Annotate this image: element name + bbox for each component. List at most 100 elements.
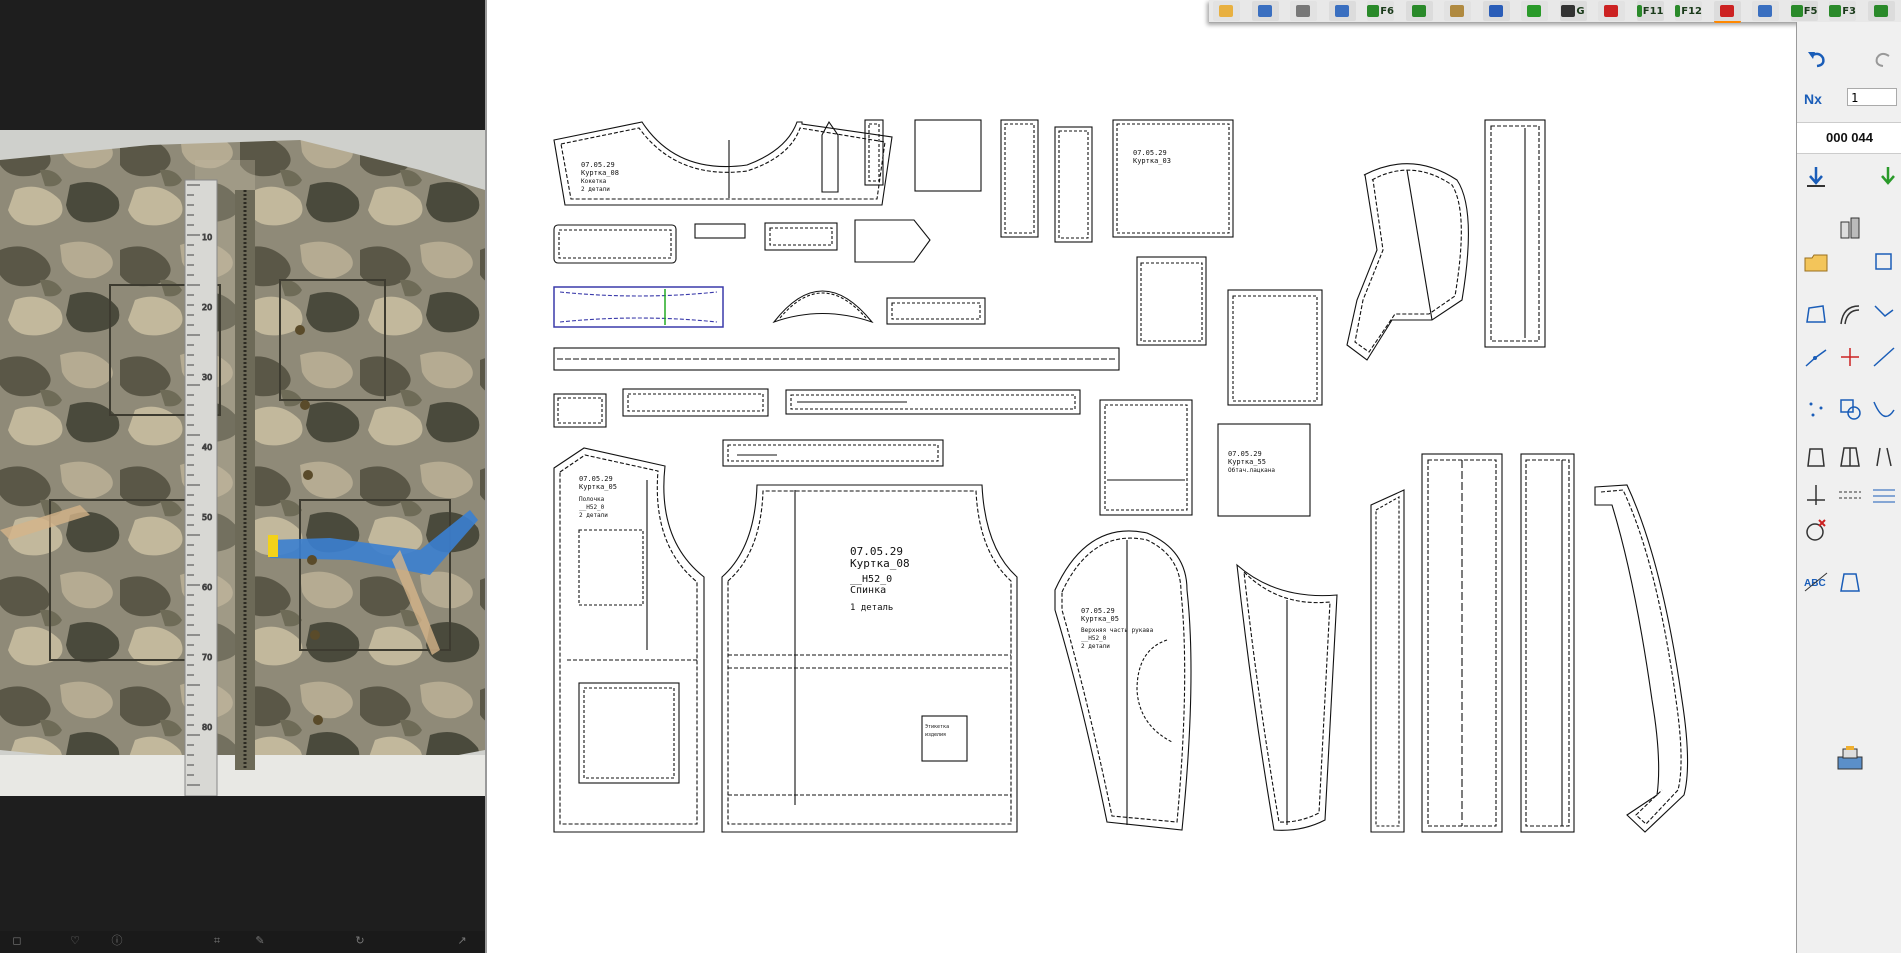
f6-glyph-icon xyxy=(1367,5,1380,17)
copy-icon[interactable] xyxy=(1405,1,1433,21)
g-tool-icon-glyph-icon xyxy=(1561,5,1576,17)
f12-glyph-icon xyxy=(1675,5,1681,17)
flag-icon[interactable] xyxy=(1713,1,1741,23)
diagonal-tool-button[interactable] xyxy=(1869,342,1899,372)
plotter-button[interactable] xyxy=(1835,744,1865,774)
yoke-text-3: Кокетка xyxy=(581,178,607,185)
measure-tool-button[interactable] xyxy=(1801,480,1831,510)
piece-front[interactable]: 07.05.29 Куртка_05 Полочка __Н52_0 2 дет… xyxy=(553,447,705,833)
photo-viewer: 10 20 30 40 50 60 70 80 ◻ ♡ ⓘ ⌗ ✎ ↻ ↗ xyxy=(0,0,485,953)
redo-button[interactable] xyxy=(1869,44,1899,74)
points-icon xyxy=(1809,402,1823,417)
f6-button[interactable]: F6 xyxy=(1367,1,1394,21)
line-tool-button[interactable] xyxy=(1801,342,1831,372)
yoke-text-4: 2 детали xyxy=(581,186,610,193)
f5-button[interactable]: F5 xyxy=(1790,1,1818,21)
undo-button[interactable] xyxy=(1801,44,1831,74)
facing-text-3: Обтач.лацкана xyxy=(1228,467,1275,474)
bezier-icon xyxy=(1873,401,1895,418)
curve-icon xyxy=(1840,305,1860,325)
open-pattern-button[interactable] xyxy=(1801,247,1831,277)
rotate-tool-button[interactable] xyxy=(1835,394,1865,424)
open-folder-icon[interactable] xyxy=(1213,1,1240,21)
f11-button[interactable]: F11 xyxy=(1636,1,1664,21)
info-icon[interactable]: ⓘ xyxy=(110,935,124,947)
sleeve-text-5: 2 детали xyxy=(1081,643,1110,650)
print-icon-glyph-icon xyxy=(1296,5,1310,17)
rotate-shape-icon xyxy=(1840,399,1861,420)
cross-tool-button[interactable] xyxy=(1835,342,1865,372)
grid-icon[interactable] xyxy=(1444,1,1471,21)
f3-button-label: F3 xyxy=(1842,5,1856,17)
pieces-button[interactable] xyxy=(1835,214,1865,244)
f3-button[interactable]: F3 xyxy=(1829,1,1856,21)
save-icon[interactable] xyxy=(1251,1,1279,21)
viewer-prev-icon[interactable]: ◻ xyxy=(10,935,24,947)
page-number-input[interactable]: 1 xyxy=(1847,88,1897,106)
shape-tool-button[interactable] xyxy=(1869,247,1899,277)
pattern-layout: 07.05.29 Куртка_08 Кокетка 2 детали 07.0… xyxy=(553,119,1689,833)
back-text-3: __Н52_0 xyxy=(850,574,892,585)
pattern-canvas[interactable]: 07.05.29 Куртка_08 Кокетка 2 детали 07.0… xyxy=(485,0,1798,953)
nx-button[interactable]: Nx xyxy=(1801,82,1831,112)
label-icon xyxy=(1840,573,1860,592)
cut-icon[interactable] xyxy=(1598,1,1625,21)
arrow-down-green-icon xyxy=(1881,167,1895,185)
piece-back[interactable]: Этикетка изделия 07.05.29 Куртка_08 __Н5… xyxy=(721,484,1018,833)
curve-tool-button[interactable] xyxy=(1835,300,1865,330)
save-icon-glyph-icon xyxy=(1257,5,1272,17)
download-icon[interactable] xyxy=(1482,1,1510,21)
yoke-text-2: Куртка_08 xyxy=(581,169,619,177)
piece-big-rect[interactable]: 07.05.29 Куртка_03 xyxy=(1133,149,1171,165)
mirror-tool-button[interactable] xyxy=(1869,442,1899,472)
f12-button[interactable]: F12 xyxy=(1675,1,1702,21)
more-icon[interactable] xyxy=(1867,1,1895,21)
grade-tool-button[interactable] xyxy=(1869,480,1899,510)
print-icon[interactable] xyxy=(1290,1,1317,21)
zoom-icon[interactable] xyxy=(1328,1,1356,21)
f5-glyph-icon xyxy=(1790,5,1803,17)
crop-icon[interactable]: ⌗ xyxy=(210,935,224,947)
favorite-icon[interactable]: ♡ xyxy=(68,935,82,947)
tool-panel: Nx 1 000 044 xyxy=(1796,22,1901,953)
piece-tool-button[interactable] xyxy=(1801,442,1831,472)
rotate-icon[interactable]: ↻ xyxy=(353,935,367,947)
notch-icon xyxy=(1874,305,1894,317)
import-button[interactable] xyxy=(1801,162,1831,192)
ruler-tick-label: 40 xyxy=(202,443,212,452)
split-icon xyxy=(1840,447,1860,467)
split-tool-button[interactable] xyxy=(1835,442,1865,472)
svg-text:Nx: Nx xyxy=(1804,91,1822,107)
outline-tool-button[interactable] xyxy=(1801,300,1831,330)
bezier-tool-button[interactable] xyxy=(1869,394,1899,424)
piece-yoke[interactable]: 07.05.29 Куртка_08 Кокетка 2 детали xyxy=(553,121,893,206)
delete-point-button[interactable] xyxy=(1801,515,1831,545)
shape-icon xyxy=(1875,253,1892,270)
points-tool-button[interactable] xyxy=(1801,394,1831,424)
g-tool-icon[interactable]: G xyxy=(1559,1,1587,21)
notch-tool-button[interactable] xyxy=(1869,300,1899,330)
ruler-tick-label: 70 xyxy=(202,653,212,662)
viewer-toolbar: ◻ ♡ ⓘ ⌗ ✎ ↻ ↗ xyxy=(0,931,485,953)
download-green-icon[interactable] xyxy=(1521,1,1548,21)
expand-icon[interactable]: ↗ xyxy=(455,935,469,947)
layers-icon-glyph-icon xyxy=(1758,5,1772,17)
layers-icon[interactable] xyxy=(1752,1,1779,21)
abc-icon: ABC xyxy=(1804,572,1828,592)
cross-icon xyxy=(1841,348,1859,366)
text-tool-button[interactable]: ABC xyxy=(1801,567,1831,597)
label-text-1: Этикетка xyxy=(925,724,949,730)
seam-tool-button[interactable] xyxy=(1835,480,1865,510)
piece-facing[interactable]: 07.05.29 Куртка_55 Обтач.лацкана xyxy=(1217,423,1311,517)
piece-sleeve[interactable]: 07.05.29 Куртка_05 Верхняя часть рукава … xyxy=(1054,530,1192,831)
export-button[interactable] xyxy=(1873,162,1901,192)
line-icon xyxy=(1805,349,1827,367)
edit-icon[interactable]: ✎ xyxy=(253,935,267,947)
arrow-down-icon xyxy=(1807,167,1825,187)
piece-counter: 000 044 xyxy=(1797,122,1901,154)
label-tool-button[interactable] xyxy=(1835,567,1865,597)
plotter-icon xyxy=(1837,746,1863,770)
ruler-tick-label: 60 xyxy=(202,583,212,592)
piece-selected-waistband[interactable] xyxy=(553,286,724,328)
facing-text-2: Куртка_55 xyxy=(1228,458,1266,466)
